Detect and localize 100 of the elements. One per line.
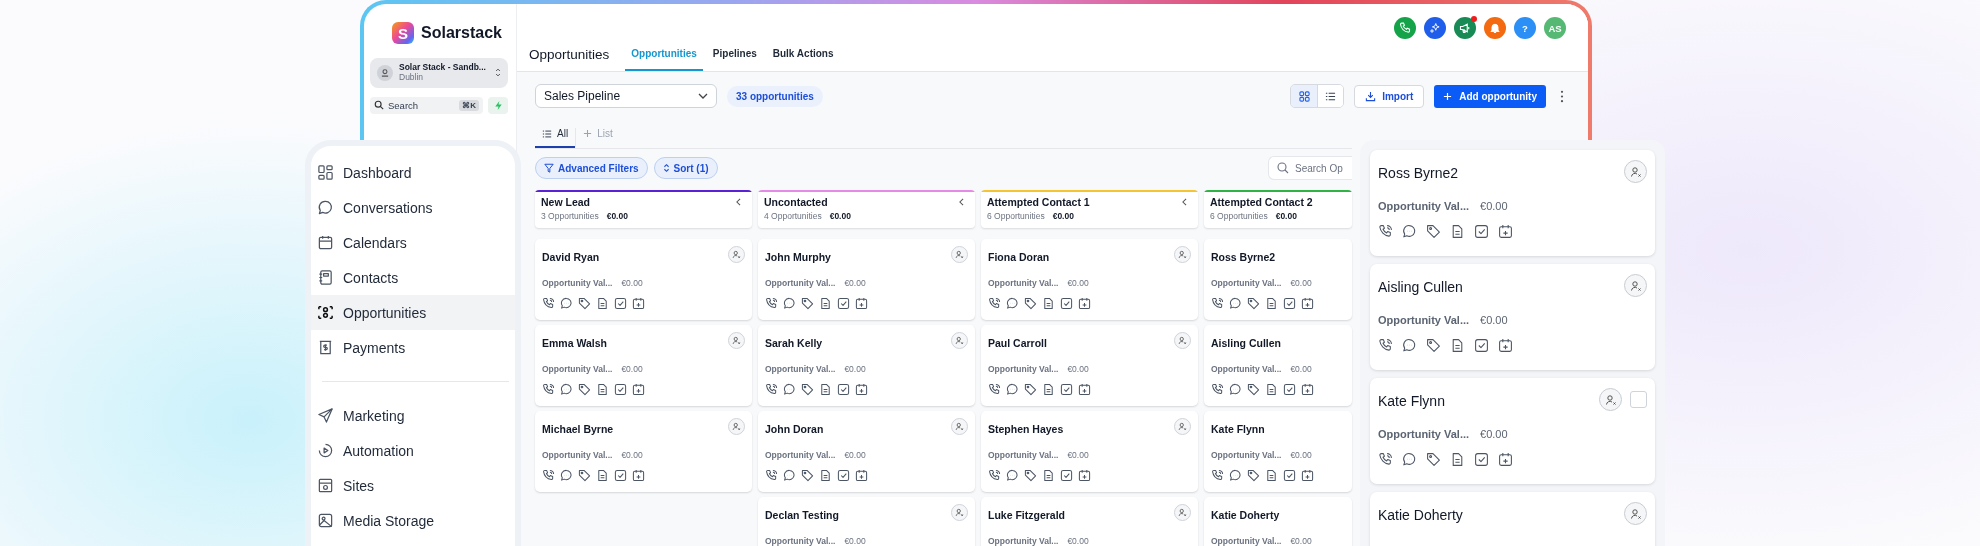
calendar-plus-icon[interactable]: [1301, 297, 1314, 310]
nav-item[interactable]: Sites: [311, 468, 515, 503]
list-view-button[interactable]: [1317, 85, 1344, 107]
chat-bubble-icon[interactable]: [1402, 338, 1417, 353]
chat-bubble-icon[interactable]: [1006, 469, 1019, 482]
nav-item[interactable]: Marketing: [311, 398, 515, 433]
opportunity-card[interactable]: Kate Flynn Opportunity Val... €0.00: [1370, 378, 1655, 484]
document-icon[interactable]: [1265, 383, 1278, 396]
check-square-icon[interactable]: [1283, 297, 1296, 310]
opportunity-card[interactable]: Stephen Hayes Opportunity Val... €0.00: [981, 411, 1198, 492]
nav-item[interactable]: Media Storage: [311, 503, 515, 538]
document-icon[interactable]: [1042, 297, 1055, 310]
check-square-icon[interactable]: [1283, 383, 1296, 396]
assign-user-button[interactable]: [951, 504, 968, 521]
calendar-plus-icon[interactable]: [1498, 224, 1513, 239]
chevron-left-icon[interactable]: [736, 198, 741, 206]
chat-bubble-icon[interactable]: [1006, 383, 1019, 396]
opportunity-card[interactable]: Declan Testing Opportunity Val... €0.00: [758, 497, 975, 546]
tag-icon[interactable]: [801, 383, 814, 396]
calendar-plus-icon[interactable]: [632, 383, 645, 396]
phone-icon[interactable]: [1211, 469, 1224, 482]
assign-user-button[interactable]: [1174, 504, 1191, 521]
chat-bubble-icon[interactable]: [783, 383, 796, 396]
phone-icon[interactable]: [542, 383, 555, 396]
calendar-plus-icon[interactable]: [1078, 297, 1091, 310]
document-icon[interactable]: [1265, 297, 1278, 310]
assign-user-button[interactable]: [1174, 246, 1191, 263]
chat-bubble-icon[interactable]: [1229, 469, 1242, 482]
opportunity-card[interactable]: Michael Byrne Opportunity Val... €0.00: [535, 411, 752, 492]
opportunity-card[interactable]: Aisling Cullen Opportunity Val... €0.00: [1370, 264, 1655, 370]
document-icon[interactable]: [596, 297, 609, 310]
assign-user-button[interactable]: [1174, 332, 1191, 349]
nav-item[interactable]: Payments: [311, 330, 515, 365]
document-icon[interactable]: [819, 383, 832, 396]
phone-button[interactable]: [1394, 17, 1416, 39]
phone-icon[interactable]: [988, 383, 1001, 396]
phone-icon[interactable]: [988, 297, 1001, 310]
assign-user-button[interactable]: [728, 332, 745, 349]
nav-item[interactable]: Contacts: [311, 260, 515, 295]
calendar-plus-icon[interactable]: [855, 297, 868, 310]
opportunity-card[interactable]: Katie Doherty Opportunity Val... €0.00: [1204, 497, 1352, 546]
tag-icon[interactable]: [578, 469, 591, 482]
search-field[interactable]: Search ⌘K: [370, 96, 483, 114]
tag-icon[interactable]: [1247, 383, 1260, 396]
check-square-icon[interactable]: [614, 469, 627, 482]
calendar-plus-icon[interactable]: [855, 383, 868, 396]
tab[interactable]: Bulk Actions: [766, 48, 840, 71]
check-square-icon[interactable]: [1060, 469, 1073, 482]
document-icon[interactable]: [596, 383, 609, 396]
check-square-icon[interactable]: [837, 469, 850, 482]
opportunity-card[interactable]: Luke Fitzgerald Opportunity Val... €0.00: [981, 497, 1198, 546]
calendar-plus-icon[interactable]: [1301, 469, 1314, 482]
calendar-plus-icon[interactable]: [855, 469, 868, 482]
opportunity-card[interactable]: Kate Flynn Opportunity Val... €0.00: [1204, 411, 1352, 492]
phone-icon[interactable]: [1211, 297, 1224, 310]
check-square-icon[interactable]: [837, 297, 850, 310]
check-square-icon[interactable]: [837, 383, 850, 396]
opportunity-card[interactable]: David Ryan Opportunity Val... €0.00: [535, 239, 752, 320]
check-square-icon[interactable]: [1283, 469, 1296, 482]
megaphone-button[interactable]: [1454, 17, 1476, 39]
calendar-plus-icon[interactable]: [632, 469, 645, 482]
assign-user-button[interactable]: [951, 418, 968, 435]
chat-bubble-icon[interactable]: [560, 297, 573, 310]
phone-icon[interactable]: [1378, 224, 1393, 239]
account-switcher[interactable]: Solar Stack - Sandb... Dublin: [370, 58, 508, 88]
chat-bubble-icon[interactable]: [783, 297, 796, 310]
nav-item[interactable]: Calendars: [311, 225, 515, 260]
opportunity-card[interactable]: Katie Doherty: [1370, 492, 1655, 546]
phone-icon[interactable]: [1378, 452, 1393, 467]
calendar-plus-icon[interactable]: [1078, 469, 1091, 482]
select-checkbox[interactable]: [1630, 391, 1647, 408]
tag-icon[interactable]: [1024, 297, 1037, 310]
calendar-plus-icon[interactable]: [1301, 383, 1314, 396]
tag-icon[interactable]: [1426, 452, 1441, 467]
assign-user-button[interactable]: [1624, 274, 1647, 297]
assign-user-button[interactable]: [728, 246, 745, 263]
tag-icon[interactable]: [578, 383, 591, 396]
phone-icon[interactable]: [542, 469, 555, 482]
tag-icon[interactable]: [1024, 469, 1037, 482]
document-icon[interactable]: [1042, 383, 1055, 396]
calendar-plus-icon[interactable]: [1498, 452, 1513, 467]
document-icon[interactable]: [1450, 452, 1465, 467]
assign-user-button[interactable]: [1624, 160, 1647, 183]
document-icon[interactable]: [819, 297, 832, 310]
tag-icon[interactable]: [801, 469, 814, 482]
phone-icon[interactable]: [765, 297, 778, 310]
chat-bubble-icon[interactable]: [1229, 383, 1242, 396]
phone-icon[interactable]: [765, 469, 778, 482]
chat-bubble-icon[interactable]: [1229, 297, 1242, 310]
view-tab[interactable]: All: [535, 128, 576, 148]
assign-user-button[interactable]: [1174, 418, 1191, 435]
chevron-left-icon[interactable]: [1182, 198, 1187, 206]
tab[interactable]: Pipelines: [706, 48, 763, 71]
search-field[interactable]: Search Op: [1268, 156, 1352, 180]
tag-icon[interactable]: [1247, 297, 1260, 310]
tag-icon[interactable]: [1247, 469, 1260, 482]
phone-icon[interactable]: [542, 297, 555, 310]
opportunity-card[interactable]: Paul Carroll Opportunity Val... €0.00: [981, 325, 1198, 406]
check-square-icon[interactable]: [1474, 224, 1489, 239]
opportunity-card[interactable]: Ross Byrne2 Opportunity Val... €0.00: [1204, 239, 1352, 320]
